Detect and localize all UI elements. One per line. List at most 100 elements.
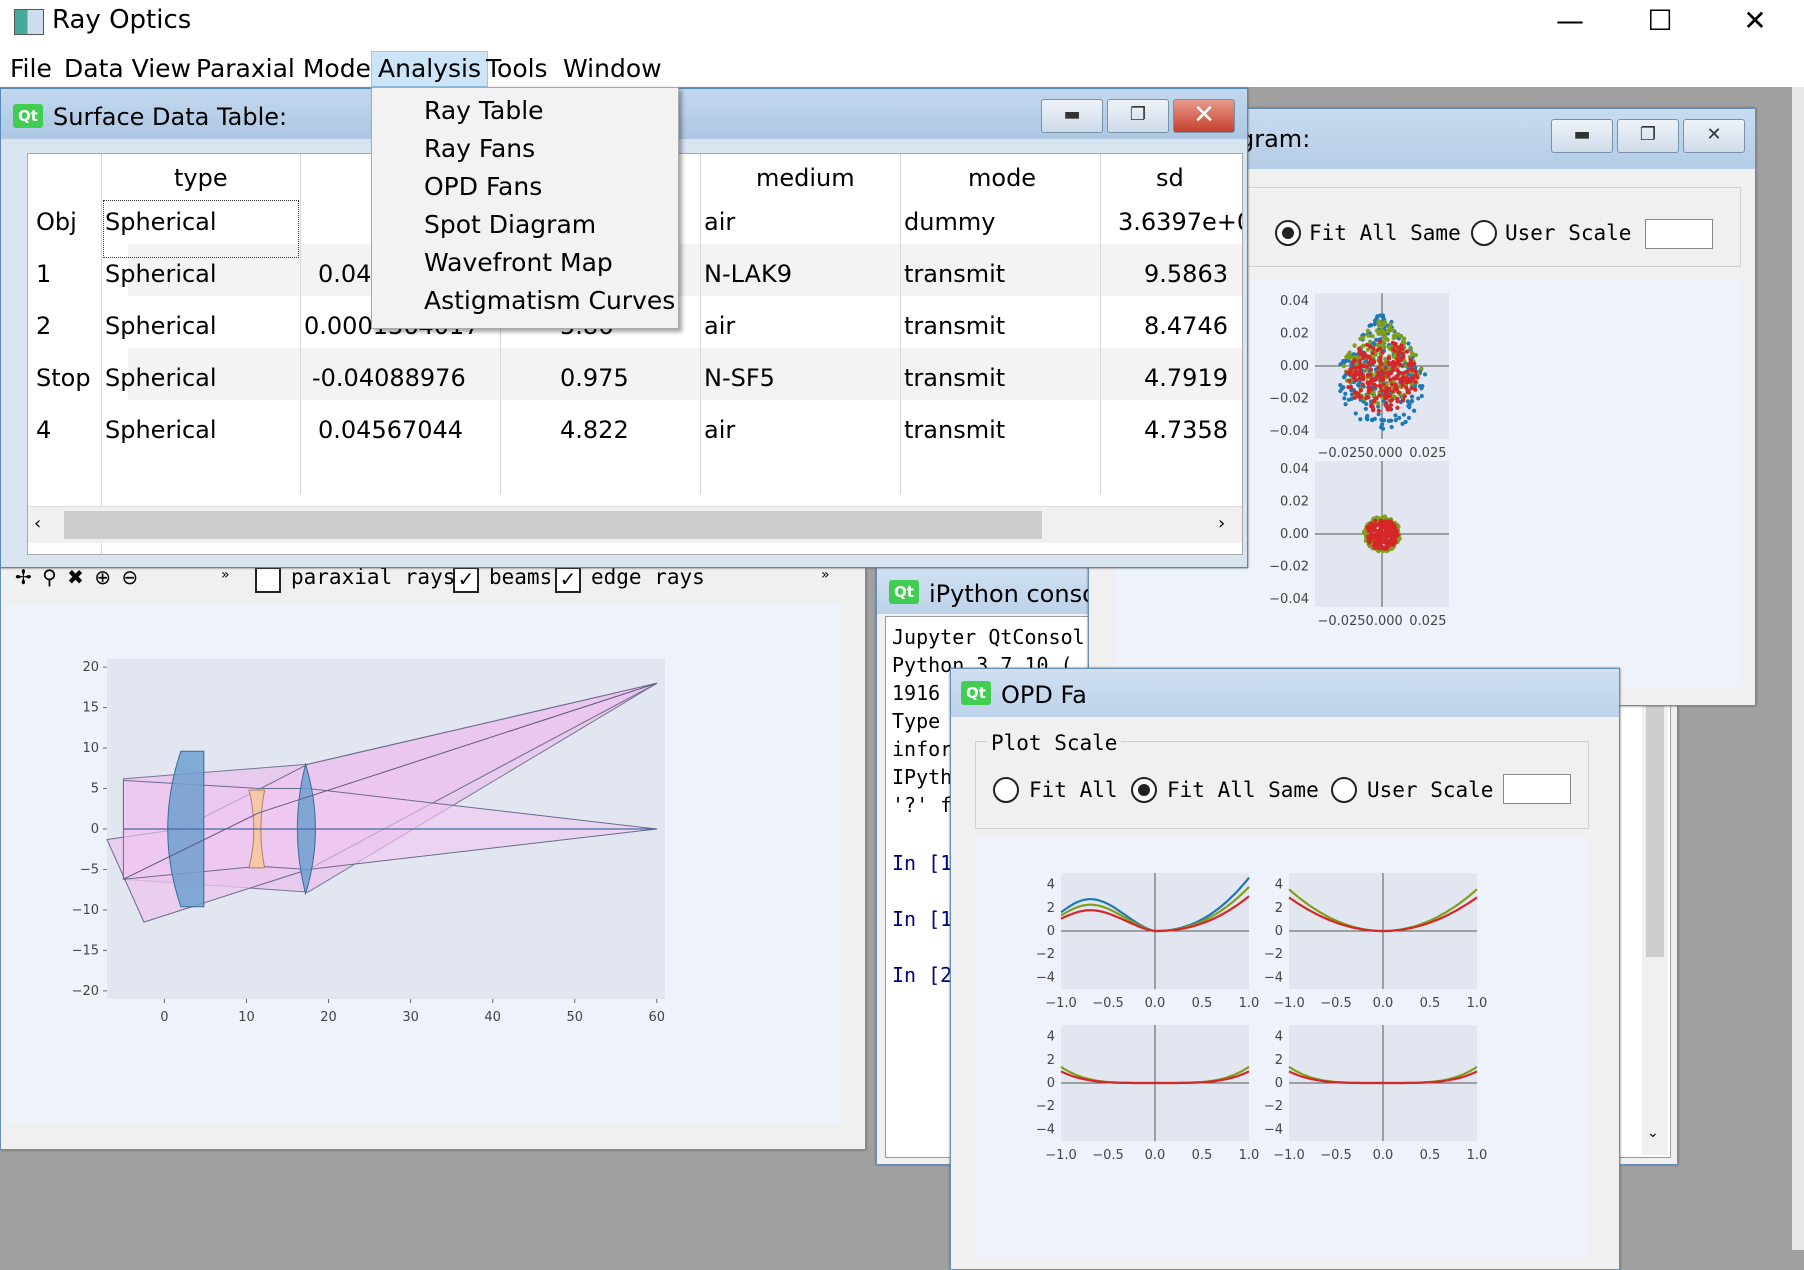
menu-analysis[interactable]: Analysis <box>371 51 489 87</box>
menu-item-ray-fans[interactable]: Ray Fans <box>424 134 535 163</box>
table-cell[interactable]: N-LAK9 <box>704 260 792 288</box>
menu-item-spot-diagram[interactable]: Spot Diagram <box>424 210 596 239</box>
scroll-right-icon[interactable]: › <box>1218 513 1225 534</box>
spot-point <box>1379 546 1384 551</box>
minimize-icon[interactable]: ▬ <box>1551 119 1613 153</box>
toolbar-overflow-icon[interactable]: » <box>221 567 230 583</box>
user-scale-radio[interactable] <box>1471 220 1497 246</box>
row-header[interactable]: Stop <box>36 364 91 392</box>
zoom-out-icon[interactable]: ⊖ <box>121 565 138 589</box>
column-header[interactable]: type <box>174 164 228 192</box>
spot-point <box>1369 376 1374 382</box>
user-scale-input[interactable] <box>1503 774 1571 804</box>
menu-tools[interactable]: Tools <box>480 52 554 86</box>
table-cell[interactable]: air <box>704 312 735 340</box>
menu-window[interactable]: Window <box>557 52 668 86</box>
spot-point <box>1402 394 1407 399</box>
close-icon[interactable]: ✕ <box>1683 119 1745 153</box>
x-tick-label: 1.0 <box>1467 1148 1488 1163</box>
table-cell[interactable]: 9.5863 <box>1144 260 1228 288</box>
table-cell[interactable]: 3.6397e+01 <box>1118 208 1242 236</box>
table-cell[interactable]: Spherical <box>105 260 217 288</box>
opd-title: OPD Fa <box>1001 681 1087 709</box>
table-cell[interactable]: Spherical <box>105 208 217 236</box>
row-header[interactable]: 4 <box>36 416 51 444</box>
console-scroll-thumb[interactable] <box>1646 677 1664 957</box>
column-header[interactable]: medium <box>756 164 855 192</box>
table-cell[interactable]: Spherical <box>105 364 217 392</box>
spot-point <box>1416 396 1421 401</box>
table-h-scrollbar[interactable]: ‹ › <box>28 506 1242 543</box>
restore-icon[interactable]: ❐ <box>1107 99 1169 133</box>
zoom-icon[interactable]: ⚲ <box>42 565 57 589</box>
fit-all-radio[interactable] <box>993 777 1019 803</box>
fit-all-same-radio[interactable] <box>1131 777 1157 803</box>
menu-item-opd-fans[interactable]: OPD Fans <box>424 172 542 201</box>
table-cell[interactable]: 8.4746 <box>1144 312 1228 340</box>
spot-point <box>1371 358 1376 363</box>
mdi-scrollbar[interactable] <box>1792 87 1804 1250</box>
layout-canvas[interactable]: −20 −15 −10 −5 0 5 10 15 20 0 10 20 30 40 50 60 <box>7 603 841 1123</box>
row-header[interactable]: Obj <box>36 208 77 236</box>
menu-item-ray-table[interactable]: Ray Table <box>424 96 544 125</box>
pan-icon[interactable]: ✢ <box>15 565 32 589</box>
spot-point <box>1347 378 1352 384</box>
table-cell[interactable]: Spherical <box>105 416 217 444</box>
table-cell[interactable]: transmit <box>904 260 1005 288</box>
spot-point <box>1402 336 1407 341</box>
menu-item-wavefront-map[interactable]: Wavefront Map <box>424 248 613 277</box>
spot-point <box>1369 403 1374 408</box>
table-cell[interactable]: -0.04088976 <box>312 364 466 392</box>
table-cell[interactable]: 0.975 <box>560 364 629 392</box>
row-header[interactable]: 2 <box>36 312 51 340</box>
opd-canvas[interactable]: 4 2 0 −2 −4 −1.0 −0.5 0.0 0.5 1.0 4 2 0 −2 −4 −1.0 −0.5 0… <box>975 837 1587 1257</box>
spot-point <box>1375 348 1380 353</box>
table-cell[interactable]: transmit <box>904 364 1005 392</box>
close-icon[interactable]: ✕ <box>1725 4 1785 38</box>
minimize-icon[interactable]: ▬ <box>1041 99 1103 133</box>
edge-rays-checkbox[interactable]: ✓ <box>555 567 581 593</box>
table-cell[interactable]: 4.822 <box>560 416 629 444</box>
x-tick-label: 0.5 <box>1420 1148 1441 1163</box>
table-cell[interactable]: 4.7358 <box>1144 416 1228 444</box>
paraxial-rays-checkbox[interactable] <box>255 567 281 593</box>
qt-logo-icon: Qt <box>13 104 43 128</box>
y-tick-label: 0.04 <box>1280 294 1309 309</box>
table-cell[interactable]: Spherical <box>105 312 217 340</box>
menu-data-view[interactable]: Data View <box>58 52 197 86</box>
table-scroll-thumb[interactable] <box>64 511 1042 539</box>
table-cell[interactable]: 0.04567044 <box>318 416 463 444</box>
scroll-down-icon[interactable]: ⌄ <box>1647 1125 1659 1141</box>
restore-icon[interactable]: ❐ <box>1617 119 1679 153</box>
user-scale-input[interactable] <box>1645 219 1713 249</box>
beams-checkbox[interactable]: ✓ <box>453 567 479 593</box>
table-cell[interactable]: transmit <box>904 312 1005 340</box>
spot-point <box>1396 370 1402 375</box>
close-icon[interactable]: ✕ <box>1173 99 1235 133</box>
toolbar-overflow-icon-2[interactable]: » <box>821 567 830 583</box>
user-scale-label: User Scale <box>1367 778 1494 802</box>
minimize-icon[interactable]: — <box>1540 4 1600 38</box>
table-cell[interactable]: dummy <box>904 208 995 236</box>
menu-bar: File Data View Paraxial Model Analysis T… <box>0 43 1804 87</box>
table-cell[interactable]: transmit <box>904 416 1005 444</box>
column-header[interactable]: sd <box>1156 164 1184 192</box>
x-tick-label: 40 <box>484 1010 501 1025</box>
fit-all-same-radio[interactable] <box>1275 220 1301 246</box>
table-cell[interactable]: air <box>704 208 735 236</box>
maximize-icon[interactable]: ☐ <box>1630 4 1690 38</box>
table-window-title: Surface Data Table: <box>53 103 288 131</box>
user-scale-radio[interactable] <box>1331 777 1357 803</box>
fit-icon[interactable]: ✖ <box>67 565 84 589</box>
row-header[interactable]: 1 <box>36 260 51 288</box>
menu-file[interactable]: File <box>4 52 58 86</box>
column-header[interactable]: mode <box>968 164 1036 192</box>
zoom-in-icon[interactable]: ⊕ <box>94 565 111 589</box>
table-cell[interactable]: 4.7919 <box>1144 364 1228 392</box>
table-cell[interactable]: air <box>704 416 735 444</box>
menu-paraxial-model[interactable]: Paraxial Model <box>190 52 384 86</box>
table-cell[interactable]: N-SF5 <box>704 364 775 392</box>
scroll-left-icon[interactable]: ‹ <box>34 513 41 534</box>
spot-point <box>1393 387 1398 392</box>
menu-item-astigmatism-curves[interactable]: Astigmatism Curves <box>424 286 675 315</box>
